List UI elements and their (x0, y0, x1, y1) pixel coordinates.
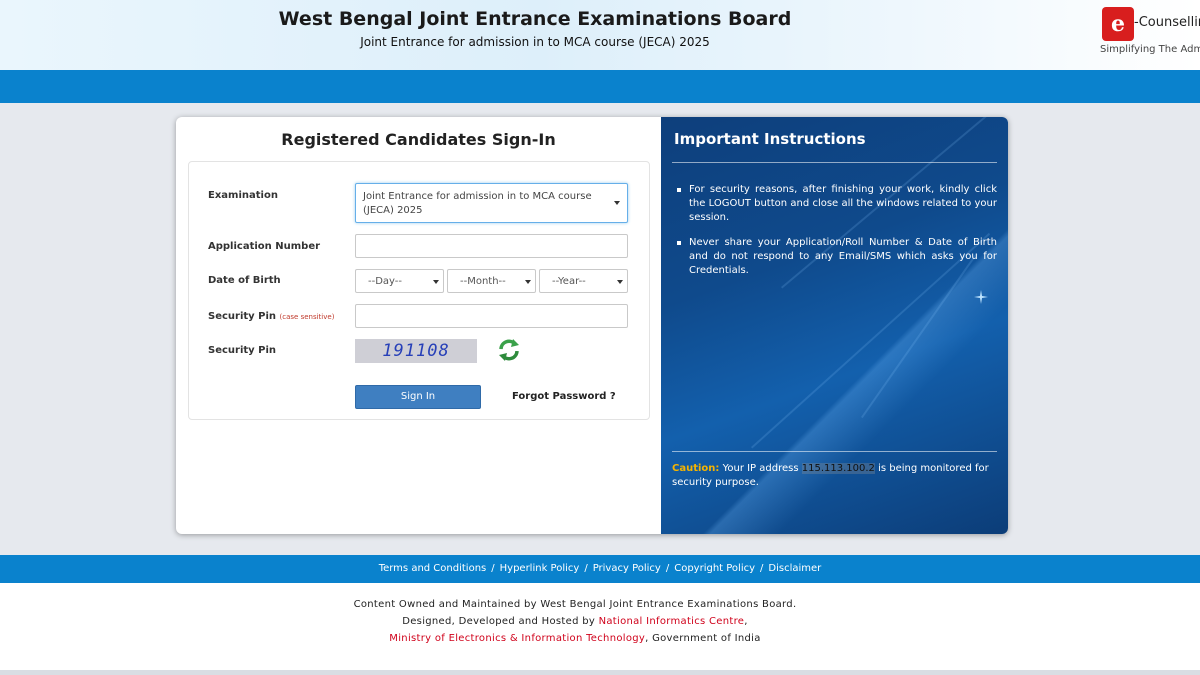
nic-link[interactable]: National Informatics Centre (599, 616, 745, 627)
footer-line-3-suffix: , Government of India (645, 633, 761, 644)
dob-year-select[interactable]: --Year-- (539, 269, 628, 293)
examination-select-value: Joint Entrance for admission in to MCA c… (363, 191, 592, 216)
site-header: West Bengal Joint Entrance Examinations … (0, 0, 1200, 70)
footer-credits: Content Owned and Maintained by West Ben… (0, 583, 1200, 670)
dob-day-select[interactable]: --Day-- (355, 269, 444, 293)
logo-mark-icon: e (1102, 7, 1134, 41)
divider (672, 451, 997, 452)
dob-year-value: --Year-- (552, 276, 586, 287)
copyright-policy-link[interactable]: Copyright Policy (674, 563, 755, 574)
sign-in-button[interactable]: Sign In (355, 385, 481, 409)
caution-notice: Caution: Your IP address 115.113.100.2 i… (672, 462, 1002, 490)
examination-label: Examination (208, 190, 278, 201)
signin-form: Examination Joint Entrance for admission… (188, 161, 650, 420)
dob-label: Date of Birth (208, 275, 281, 286)
captcha-image: 191108 (355, 339, 477, 363)
chevron-down-icon (614, 201, 620, 205)
bottom-strip (0, 670, 1200, 675)
application-number-label: Application Number (208, 241, 321, 252)
forgot-password-link[interactable]: Forgot Password ? (512, 391, 616, 402)
security-pin-input[interactable] (355, 304, 628, 328)
logo-text: -Counselling (1134, 15, 1200, 30)
divider (672, 162, 997, 163)
signin-panel: Registered Candidates Sign-In Examinatio… (176, 117, 661, 534)
signin-title: Registered Candidates Sign-In (281, 130, 556, 149)
case-sensitive-note: (case sensitive) (279, 313, 335, 321)
nav-bar (0, 70, 1200, 103)
e-counselling-logo[interactable]: e -Counselling Simplifying The Admis (1098, 5, 1200, 65)
chevron-down-icon (617, 280, 623, 284)
caution-text: Your IP address (719, 463, 802, 474)
header-subtitle: Joint Entrance for admission in to MCA c… (360, 35, 710, 49)
captcha-label: Security Pin (208, 345, 277, 356)
refresh-captcha-icon[interactable] (497, 338, 521, 362)
privacy-policy-link[interactable]: Privacy Policy (593, 563, 661, 574)
list-item: Never share your Application/Roll Number… (675, 236, 997, 278)
footer-line-2-suffix: , (744, 616, 748, 627)
caution-label: Caution: (672, 463, 720, 474)
instructions-panel: Important Instructions For security reas… (661, 117, 1008, 534)
chevron-down-icon (525, 280, 531, 284)
dob-month-value: --Month-- (460, 276, 506, 287)
sparkle-icon (974, 290, 988, 304)
link-separator: / (665, 563, 670, 574)
chevron-down-icon (433, 280, 439, 284)
dob-day-value: --Day-- (368, 276, 403, 287)
footer-line-2: Designed, Developed and Hosted by Nation… (0, 616, 1150, 627)
footer-line-3: Ministry of Electronics & Information Te… (0, 633, 1150, 644)
examination-select[interactable]: Joint Entrance for admission in to MCA c… (355, 183, 628, 223)
link-separator: / (584, 563, 588, 574)
header-title: West Bengal Joint Entrance Examinations … (278, 8, 792, 30)
footer-links: Terms and Conditions / Hyperlink Policy / Pr… (0, 555, 1200, 583)
dob-month-select[interactable]: --Month-- (447, 269, 536, 293)
logo-tagline: Simplifying The Admis (1100, 44, 1200, 55)
list-item: For security reasons, after finishing yo… (675, 183, 997, 225)
ip-address: 115.113.100.2 (801, 463, 875, 474)
link-separator: / (760, 563, 764, 574)
instructions-list: For security reasons, after finishing yo… (675, 183, 997, 289)
footer-line-2-prefix: Designed, Developed and Hosted by (402, 616, 599, 627)
link-separator: / (491, 563, 495, 574)
signin-card: Registered Candidates Sign-In Examinatio… (176, 117, 1008, 534)
security-pin-label-text: Security Pin (208, 311, 277, 322)
instructions-title: Important Instructions (674, 130, 866, 148)
hyperlink-policy-link[interactable]: Hyperlink Policy (500, 563, 580, 574)
application-number-input[interactable] (355, 234, 628, 258)
security-pin-label: Security Pin (case sensitive) (208, 311, 334, 322)
footer-line-1: Content Owned and Maintained by West Ben… (353, 599, 797, 610)
terms-link[interactable]: Terms and Conditions (379, 563, 487, 574)
meity-link[interactable]: Ministry of Electronics & Information Te… (389, 633, 645, 644)
disclaimer-link[interactable]: Disclaimer (768, 563, 821, 574)
